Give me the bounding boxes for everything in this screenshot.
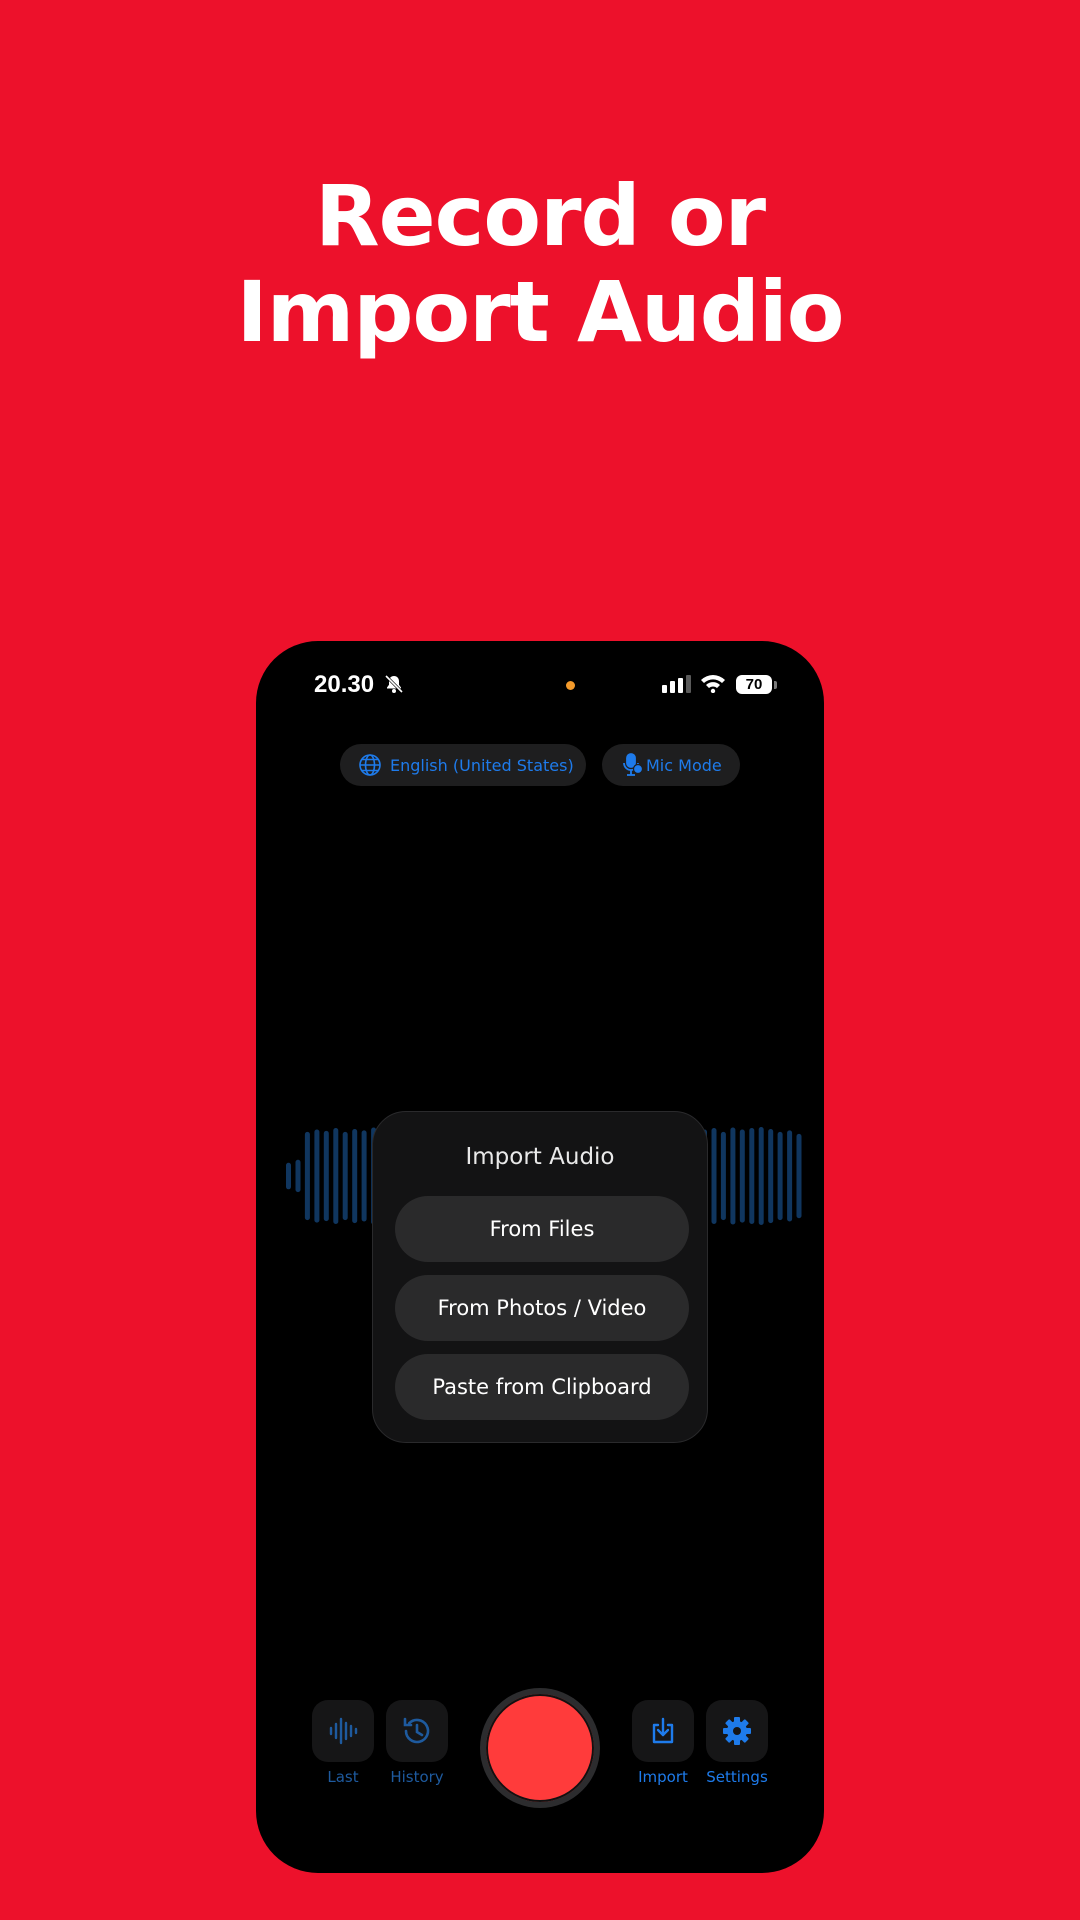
waveform-bar <box>342 1131 348 1221</box>
language-selector[interactable]: English (United States) <box>340 744 586 786</box>
status-time: 20.30 <box>314 671 375 698</box>
import-button[interactable] <box>632 1700 694 1762</box>
wifi-icon <box>701 675 725 693</box>
gear-icon <box>723 1717 751 1745</box>
history-label: History <box>390 1768 444 1786</box>
privacy-indicator-dot <box>566 681 575 690</box>
waveform-bar <box>361 1130 367 1222</box>
waveform-bar <box>796 1133 802 1219</box>
waveform-bar <box>720 1131 726 1221</box>
settings-label: Settings <box>706 1768 768 1786</box>
language-label: English (United States) <box>390 755 574 775</box>
history-button[interactable] <box>386 1700 448 1762</box>
phone-screen: 20.30 70 English (United States) Mic Mod… <box>256 641 824 1873</box>
mic-mode-label: Mic Mode <box>646 755 722 775</box>
waveform-bar <box>730 1127 736 1225</box>
from-photos-video-button[interactable]: From Photos / Video <box>395 1275 689 1341</box>
settings-button[interactable] <box>706 1700 768 1762</box>
from-files-button[interactable]: From Files <box>395 1196 689 1262</box>
waveform-bar <box>304 1131 310 1221</box>
waveform-bar <box>768 1129 774 1224</box>
record-button[interactable] <box>486 1694 594 1802</box>
waveform-bar <box>758 1127 764 1225</box>
paste-from-clipboard-button[interactable]: Paste from Clipboard <box>395 1354 689 1420</box>
globe-icon <box>359 754 381 776</box>
bell-slash-icon <box>384 674 404 694</box>
battery-tip <box>774 681 777 689</box>
headline: Record or Import Audio <box>0 168 1080 360</box>
waveform-bar <box>352 1129 358 1224</box>
waveform-bar <box>286 1162 291 1190</box>
cellular-signal-icon <box>662 675 691 693</box>
headline-line-1: Record or <box>314 167 766 265</box>
import-audio-dialog: Import Audio From Files From Photos / Vi… <box>372 1111 708 1443</box>
mic-mode-button[interactable]: Mic Mode <box>602 744 740 786</box>
import-icon <box>652 1717 674 1744</box>
waveform-bar <box>333 1128 339 1224</box>
waveform-bar <box>323 1130 329 1222</box>
mic-icon <box>623 753 644 776</box>
waveform-bar <box>295 1159 301 1193</box>
waveform-bar <box>711 1128 717 1224</box>
history-icon <box>403 1717 430 1744</box>
waveform-bar <box>777 1131 783 1221</box>
waveform-icon <box>329 1717 358 1745</box>
waveform-bar <box>787 1130 793 1222</box>
waveform-bar <box>739 1129 745 1223</box>
waveform-bar <box>749 1128 755 1224</box>
waveform-bar <box>314 1129 320 1223</box>
dialog-title: Import Audio <box>465 1144 615 1170</box>
headline-line-2: Import Audio <box>236 263 845 361</box>
battery-indicator: 70 <box>736 675 772 694</box>
last-recording-button[interactable] <box>312 1700 374 1762</box>
